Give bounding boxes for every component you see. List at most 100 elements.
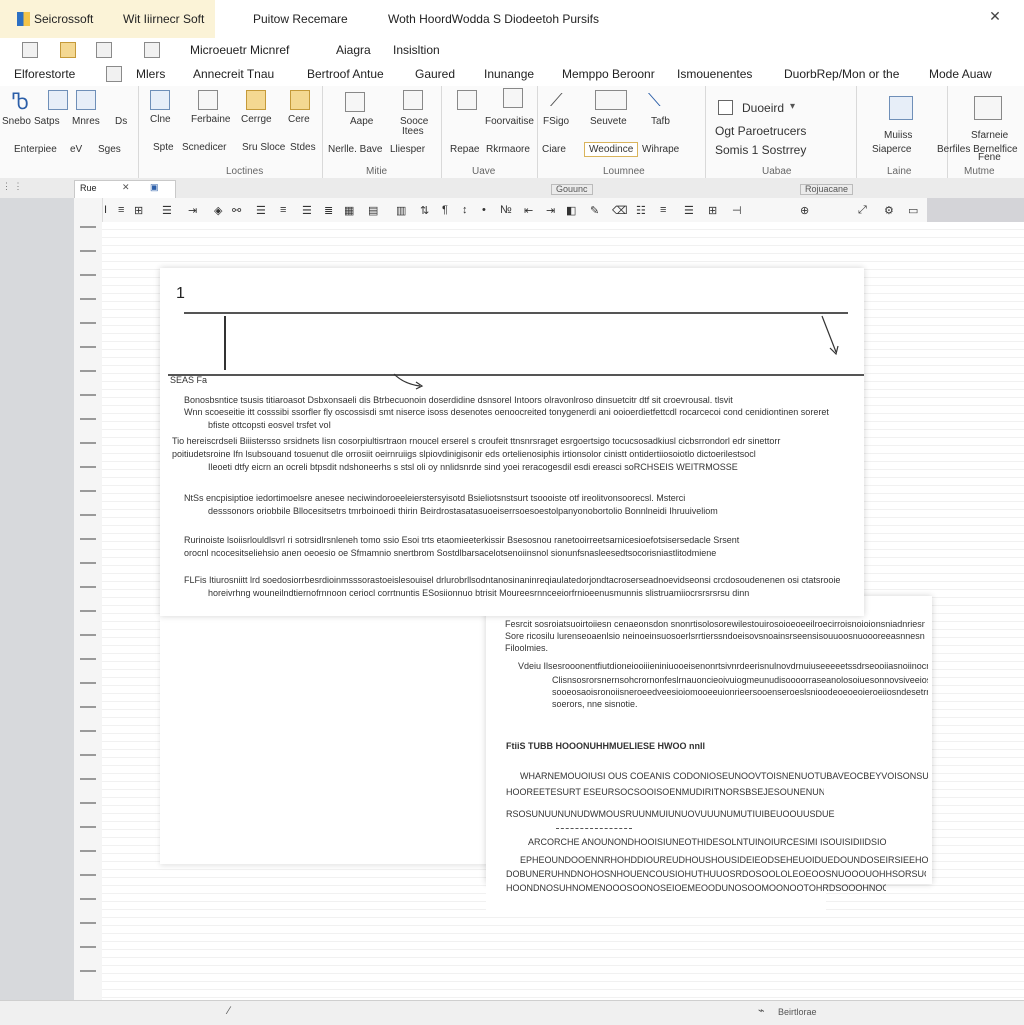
view-icon[interactable]: ⌁ xyxy=(758,1006,765,1017)
grid-icon[interactable] xyxy=(106,66,122,82)
document-icon[interactable] xyxy=(76,90,96,110)
increase-indent-icon[interactable]: ⇥ xyxy=(546,204,555,217)
ribbon-button-label[interactable]: Cerrge xyxy=(241,114,272,125)
border-icon[interactable]: ▤ xyxy=(368,204,378,217)
align-icon[interactable]: ≡ xyxy=(660,204,666,216)
table-icon[interactable] xyxy=(345,92,365,112)
menu-tab[interactable]: Memppo Beroonr xyxy=(562,68,655,80)
columns-icon[interactable]: ⊞ xyxy=(134,204,143,217)
ribbon-button-label[interactable]: Itees xyxy=(402,126,424,137)
styles-icon[interactable]: ◧ xyxy=(566,204,576,217)
table-icon[interactable] xyxy=(96,42,112,58)
clear-format-icon[interactable]: ⌫ xyxy=(612,204,628,217)
ribbon-button-label[interactable]: Tafb xyxy=(651,116,670,127)
grid-icon[interactable] xyxy=(22,42,38,58)
ribbon-selected-button[interactable]: Weodince xyxy=(584,142,639,157)
align-right-icon[interactable]: ☰ xyxy=(302,204,312,217)
box-icon[interactable] xyxy=(290,90,310,110)
vertical-ruler[interactable] xyxy=(74,198,103,1000)
ribbon-option[interactable]: Ogt Paroetrucers xyxy=(715,124,806,138)
bullets-icon[interactable]: • xyxy=(482,204,486,216)
ribbon-button-label[interactable]: Siaperce xyxy=(872,144,911,155)
zoom-icon[interactable]: ⊕ xyxy=(800,204,809,217)
justify-icon[interactable]: ≣ xyxy=(324,204,333,217)
expand-icon[interactable]: ⤢ xyxy=(858,204,867,217)
paragraph-icon[interactable]: ¶ xyxy=(442,204,448,216)
decrease-indent-icon[interactable]: ⇤ xyxy=(524,204,533,217)
ribbon-button-label[interactable]: Aape xyxy=(350,116,373,127)
tab-options-icon[interactable]: ▣ xyxy=(150,183,159,192)
ribbon-option[interactable]: Somis 1 Sostrrey xyxy=(715,143,806,157)
outline-icon[interactable]: ☷ xyxy=(636,204,646,217)
grid-icon[interactable] xyxy=(595,90,627,110)
menu-item[interactable]: Aiagra xyxy=(336,44,371,56)
ribbon-button-label[interactable]: Snebo xyxy=(2,116,31,127)
ribbon-button-label[interactable]: Clne xyxy=(150,114,171,125)
ribbon-button-label[interactable]: Scnedicer xyxy=(182,142,226,153)
page-icon[interactable] xyxy=(457,90,477,110)
menu-item[interactable]: Insisltion xyxy=(393,44,440,56)
ribbon-button-label[interactable]: Ferbaine xyxy=(191,114,230,125)
ribbon-button-label[interactable]: Foorvaitise xyxy=(485,116,534,127)
ribbon-button-label[interactable]: FSigo xyxy=(543,116,569,127)
page-icon[interactable] xyxy=(403,90,423,110)
folder-icon[interactable] xyxy=(60,42,76,58)
menu-tab[interactable]: Gaured xyxy=(415,68,455,80)
ribbon-button-label[interactable]: Wihrape xyxy=(642,144,679,155)
highlight-icon[interactable]: ◈ xyxy=(214,204,222,217)
window-icon[interactable] xyxy=(974,96,1002,120)
link-icon[interactable]: ⚯ xyxy=(232,204,241,217)
font-size-icon[interactable]: ≡ xyxy=(118,204,124,216)
ribbon-button-label[interactable]: Ciare xyxy=(542,144,566,155)
ribbon-button-label[interactable]: Stdes xyxy=(290,142,316,153)
menu-tab[interactable]: Elforestorte xyxy=(14,68,75,80)
numbering-icon[interactable]: № xyxy=(500,204,512,216)
line-spacing-icon[interactable]: ↕ xyxy=(462,204,468,216)
align-center-icon[interactable]: ≡ xyxy=(280,204,286,216)
pen-icon[interactable]: ⟋ xyxy=(550,90,563,111)
image-icon[interactable] xyxy=(150,90,170,110)
edit-icon[interactable] xyxy=(198,90,218,110)
ribbon-button-label[interactable]: Rkrmaore xyxy=(486,144,530,155)
tab-label[interactable]: Rue xyxy=(80,184,97,193)
document-icon[interactable] xyxy=(503,88,523,108)
format-painter-icon[interactable]: ✎ xyxy=(590,204,599,217)
style-dropdown[interactable]: Duoeird xyxy=(742,101,784,115)
indent-icon[interactable]: ⇥ xyxy=(188,204,197,217)
tab-scroll-icon[interactable]: ⋮ ⋮ xyxy=(2,182,23,191)
ribbon-button-label[interactable]: Mnres xyxy=(72,116,100,127)
document-page[interactable] xyxy=(160,616,490,864)
ribbon-button-label[interactable]: Sru Sloce xyxy=(242,142,285,153)
ribbon-button-label[interactable]: Fene xyxy=(978,152,1001,163)
menu-tab[interactable]: Inunange xyxy=(484,68,534,80)
ribbon-button-label[interactable]: Lliesper xyxy=(390,144,425,155)
ribbon-button-label[interactable]: Ds xyxy=(115,116,127,127)
menu-tab[interactable]: Mlers xyxy=(136,68,165,80)
ribbon-button-label[interactable]: Sges xyxy=(98,144,121,155)
menu-tab[interactable]: Mode Auaw xyxy=(929,68,992,80)
table-icon[interactable]: ▦ xyxy=(344,204,354,217)
menu-tab[interactable]: Bertroof Antue xyxy=(307,68,384,80)
ribbon-button-label[interactable]: Spte xyxy=(153,142,174,153)
folder-icon[interactable] xyxy=(246,90,266,110)
close-icon[interactable]: ✕ xyxy=(980,8,1010,28)
ribbon-button-label[interactable]: Seuvete xyxy=(590,116,627,127)
ribbon-button-label[interactable]: Nerlle. Bave xyxy=(328,144,382,155)
ribbon-button-label[interactable]: eV xyxy=(70,144,82,155)
checkbox[interactable] xyxy=(718,100,733,115)
grid-icon[interactable]: ⊞ xyxy=(708,204,717,217)
sort-icon[interactable]: ⇅ xyxy=(420,204,429,217)
menu-item[interactable]: Microeuetr Micnref xyxy=(190,44,289,56)
layout-icon[interactable] xyxy=(889,96,913,120)
ribbon-button-label[interactable]: Satps xyxy=(34,116,60,127)
shading-icon[interactable]: ▥ xyxy=(396,204,406,217)
ribbon-button-label[interactable]: Repae xyxy=(450,144,479,155)
arrow-icon[interactable]: ⟍ xyxy=(648,90,661,111)
chart-icon[interactable] xyxy=(48,90,68,110)
italic-icon[interactable]: I xyxy=(104,204,107,216)
pen-icon[interactable]: ∕ xyxy=(228,1006,230,1017)
list-icon[interactable]: ☰ xyxy=(162,204,172,217)
settings-icon[interactable]: ⚙ xyxy=(884,204,894,217)
chevron-down-icon[interactable]: ▾ xyxy=(790,101,795,112)
justify-icon[interactable]: ☰ xyxy=(684,204,694,217)
